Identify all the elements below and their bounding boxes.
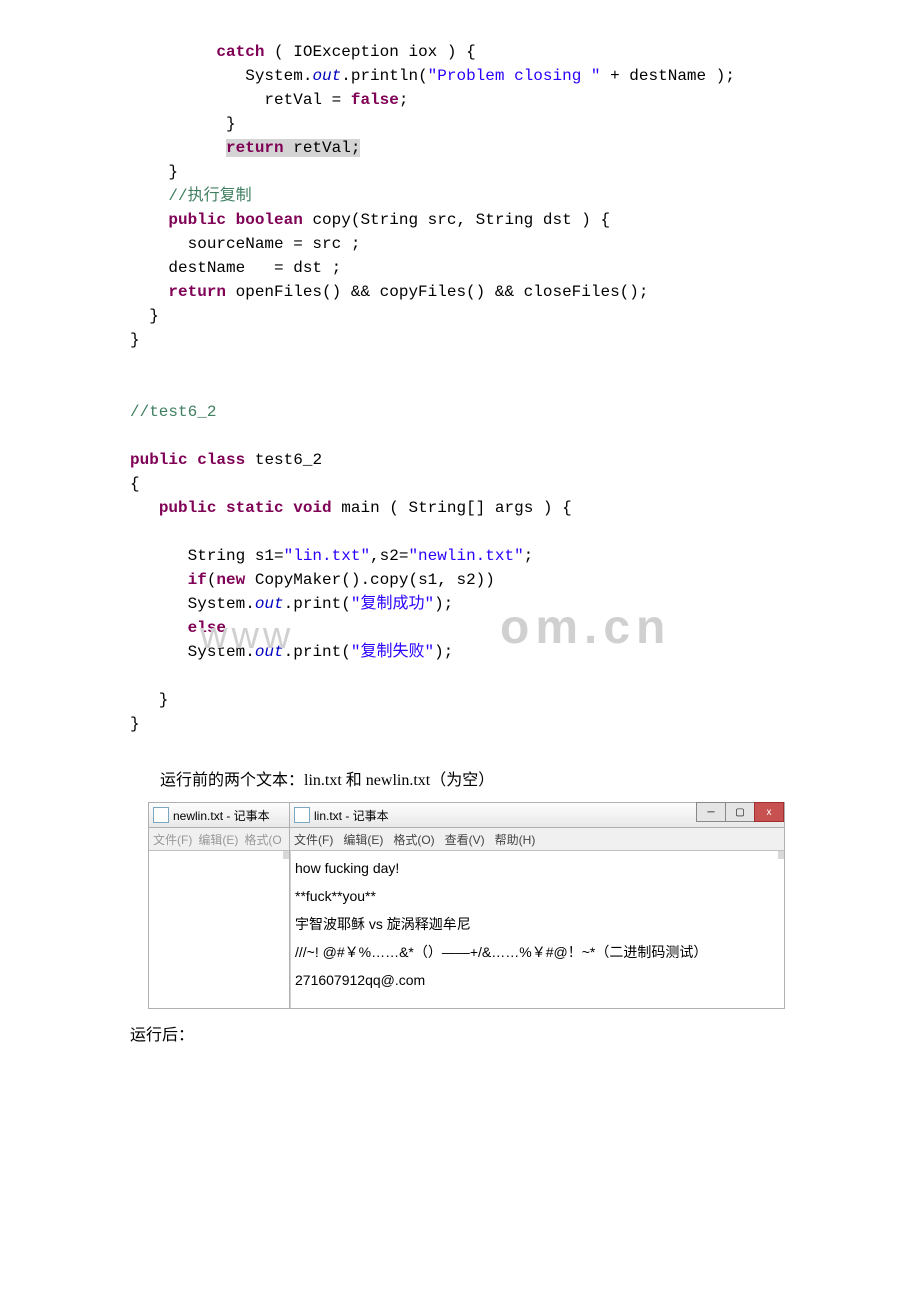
code-block-1: catch ( IOException iox ) { System.out.p…	[0, 0, 920, 756]
menu-format[interactable]: 格式(O)	[393, 831, 434, 848]
comment-test6-2: //test6_2	[130, 403, 216, 421]
title-text: newlin.txt - 记事本	[173, 807, 270, 824]
string-literal: "Problem closing "	[428, 67, 601, 85]
content-right[interactable]: how fucking day! **fuck**you** 宇智波耶稣 vs …	[290, 851, 784, 1008]
notepad-icon	[153, 807, 169, 823]
notepad-windows: newlin.txt - 记事本 文件(F) 编辑(E) 格式(O lin.tx…	[148, 802, 785, 1009]
highlighted-return: return retVal;	[226, 139, 360, 157]
notepad-icon	[294, 807, 310, 823]
comment-execute-copy: //执行复制	[130, 187, 252, 205]
close-button[interactable]: x	[754, 802, 784, 822]
minimize-button[interactable]: ─	[696, 802, 726, 822]
heading-after-run: 运行后：	[0, 1021, 920, 1045]
text-line: 宇智波耶稣 vs 旋涡释迦牟尼	[295, 913, 780, 935]
menubar-right[interactable]: 文件(F) 编辑(E) 格式(O) 查看(V) 帮助(H)	[290, 828, 784, 851]
static-out: out	[312, 67, 341, 85]
menu-format[interactable]: 格式(O	[244, 831, 281, 848]
titlebar-left[interactable]: newlin.txt - 记事本	[149, 803, 289, 828]
heading-before-run: 运行前的两个文本：lin.txt 和 newlin.txt（为空）	[0, 766, 920, 790]
text-line: ///~! @#￥%……&*（）——+/&……%￥#@！~*（二进制码测试）	[295, 941, 780, 963]
notepad-lin: lin.txt - 记事本 ─ ▢ x 文件(F) 编辑(E) 格式(O) 查看…	[290, 803, 784, 1008]
window-buttons: ─ ▢ x	[697, 802, 784, 822]
menubar-left[interactable]: 文件(F) 编辑(E) 格式(O	[149, 828, 289, 851]
text-line: 271607912qq@.com	[295, 969, 780, 991]
keyword-false: false	[351, 91, 399, 109]
titlebar-right[interactable]: lin.txt - 记事本 ─ ▢ x	[290, 803, 784, 828]
title-text: lin.txt - 记事本	[314, 807, 389, 824]
menu-view[interactable]: 查看(V)	[445, 831, 485, 848]
text-line: **fuck**you**	[295, 885, 780, 907]
menu-help[interactable]: 帮助(H)	[495, 831, 536, 848]
menu-edit[interactable]: 编辑(E)	[198, 831, 238, 848]
maximize-button[interactable]: ▢	[725, 802, 755, 822]
keyword-catch: catch	[216, 43, 264, 61]
menu-edit[interactable]: 编辑(E)	[343, 831, 383, 848]
content-left[interactable]	[149, 851, 289, 1008]
notepad-newlin: newlin.txt - 记事本 文件(F) 编辑(E) 格式(O	[149, 803, 290, 1008]
menu-file[interactable]: 文件(F)	[294, 831, 333, 848]
text-line: how fucking day!	[295, 857, 780, 879]
menu-file[interactable]: 文件(F)	[153, 831, 192, 848]
